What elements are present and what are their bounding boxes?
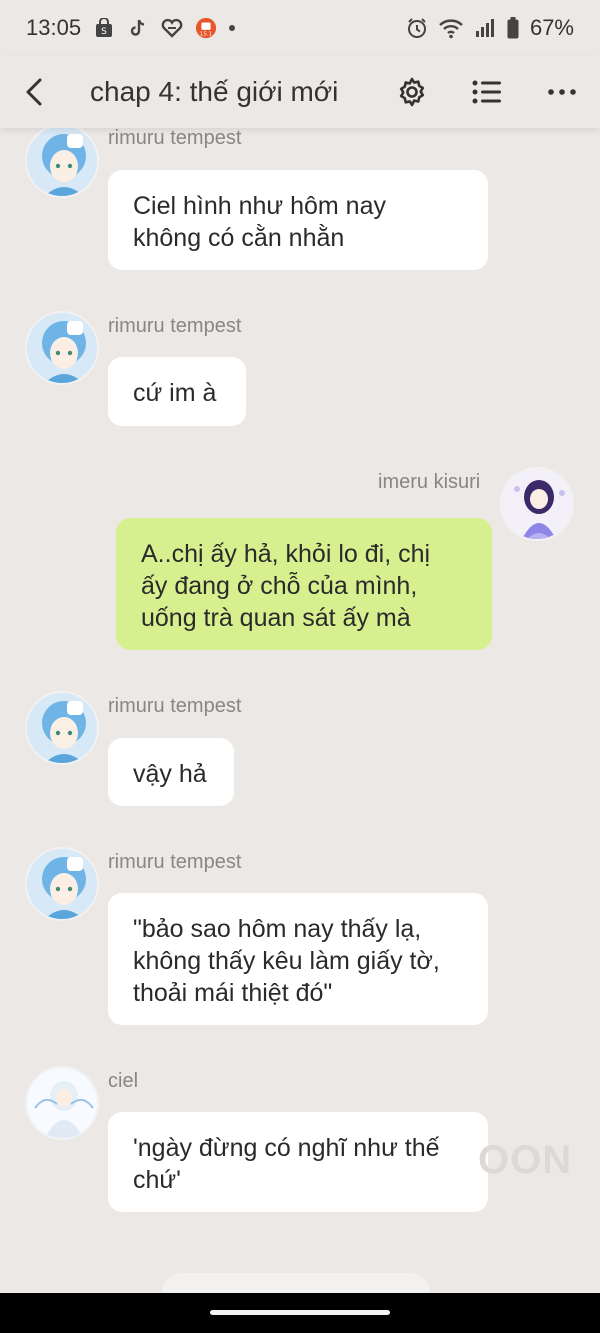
chevron-left-icon xyxy=(26,78,42,106)
chat-header: chap 4: thế giới mới xyxy=(0,56,600,128)
page-title: chap 4: thế giới mới xyxy=(90,76,339,107)
message-line: A..chị ấy hả, khỏi lo đi, chị xyxy=(141,540,431,568)
avatar-rimuru[interactable] xyxy=(25,311,99,385)
message-bubble: Ciel hình như hôm nay không có cằn nhằn xyxy=(108,170,488,270)
sender-name: rimuru tempest xyxy=(108,315,242,337)
settings-button[interactable] xyxy=(388,68,436,116)
heart-link-icon xyxy=(161,17,183,39)
shopping-bag-icon: S xyxy=(93,17,115,39)
home-handle[interactable] xyxy=(210,1310,390,1315)
sender-name: rimuru tempest xyxy=(108,127,242,149)
tiktok-icon xyxy=(127,17,149,39)
sender-name: ciel xyxy=(108,1070,139,1092)
sender-name: imeru kisuri xyxy=(378,471,481,493)
chapter-list-button[interactable] xyxy=(463,68,511,116)
avatar-ciel[interactable] xyxy=(25,1066,99,1140)
avatar-rimuru[interactable] xyxy=(25,124,99,198)
avatar-imeru[interactable] xyxy=(500,467,574,541)
message-line: "bảo sao hôm nay thấy lạ, xyxy=(133,915,422,943)
more-dots-icon xyxy=(548,89,576,95)
message-line: thoải mái thiệt đó" xyxy=(133,979,333,1007)
more-options-button[interactable] xyxy=(538,68,586,116)
message-line: chứ' xyxy=(133,1166,181,1194)
svg-text:15.1: 15.1 xyxy=(200,31,212,37)
message-line: uống trà quan sát ấy mà xyxy=(141,604,411,632)
message-line: Ciel hình như hôm nay xyxy=(133,192,386,220)
message-bubble: vậy hả xyxy=(108,738,234,806)
sender-name: rimuru tempest xyxy=(108,695,242,717)
app-badge-icon: 15.1 xyxy=(195,17,217,39)
watermark: OON xyxy=(478,1138,573,1182)
message-bubble: 'ngày đừng có nghĩ như thế chứ' xyxy=(108,1112,488,1212)
back-button[interactable] xyxy=(6,64,62,120)
notification-dot-icon xyxy=(229,25,236,31)
avatar-rimuru[interactable] xyxy=(25,847,99,921)
message-bubble-self: A..chị ấy hả, khỏi lo đi, chị ấy đang ở … xyxy=(116,518,492,650)
message-bubble: cứ im à xyxy=(108,357,246,426)
alarm-icon xyxy=(406,17,428,39)
battery-icon xyxy=(506,17,520,39)
message-line: 'ngày đừng có nghĩ như thế xyxy=(133,1134,440,1162)
list-icon xyxy=(472,80,501,104)
status-left: 13:05 S 15.1 xyxy=(26,15,236,41)
wifi-icon xyxy=(438,17,464,39)
avatar-rimuru[interactable] xyxy=(25,691,99,765)
message-line: không có cằn nhằn xyxy=(133,224,345,252)
battery-percent: 67% xyxy=(529,15,574,40)
message-line: ấy đang ở chỗ của mình, xyxy=(141,572,418,600)
status-time: 13:05 xyxy=(26,15,82,40)
message-line: không thấy kêu làm giấy tờ, xyxy=(133,947,440,975)
status-bar: 13:05 S 15.1 67% xyxy=(0,0,600,56)
message-line: vậy hả xyxy=(133,760,207,788)
message-bubble: "bảo sao hôm nay thấy lạ, không thấy kêu… xyxy=(108,893,488,1025)
status-right: 67% xyxy=(406,15,574,41)
message-line: cứ im à xyxy=(133,379,217,407)
signal-icon xyxy=(474,17,496,39)
gear-icon xyxy=(399,77,425,107)
svg-text:S: S xyxy=(101,27,107,37)
sender-name: rimuru tempest xyxy=(108,851,242,873)
